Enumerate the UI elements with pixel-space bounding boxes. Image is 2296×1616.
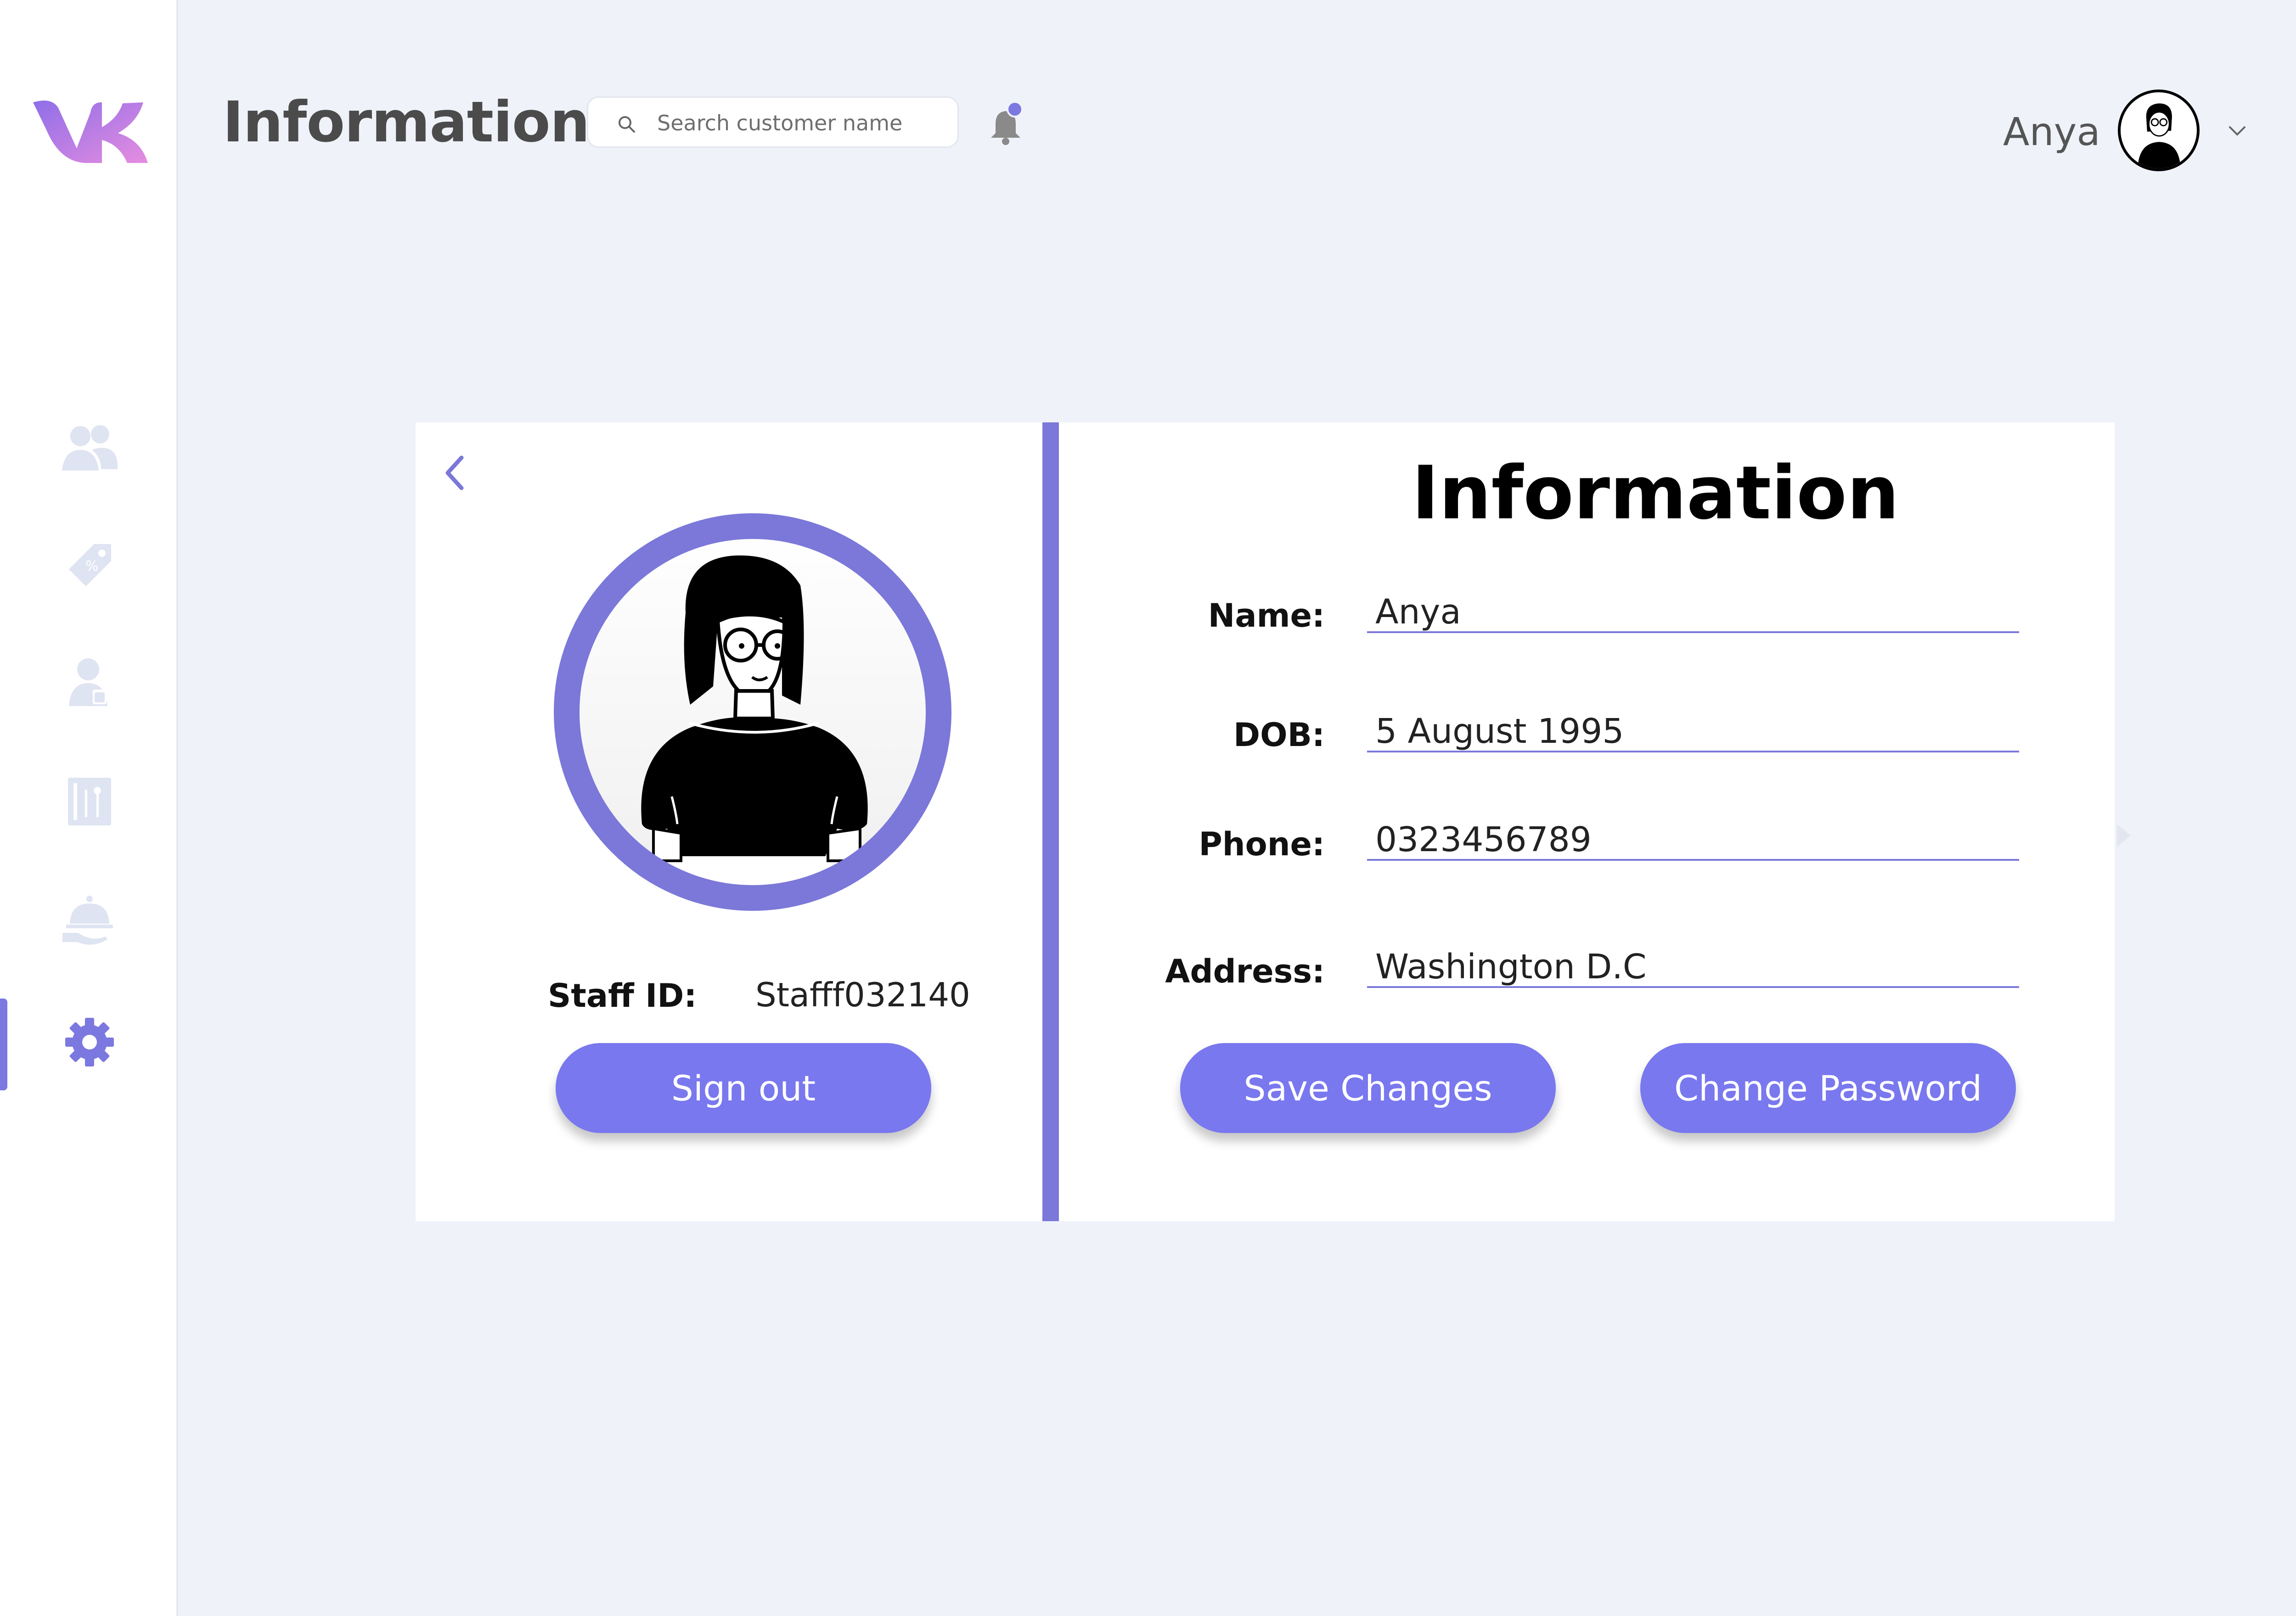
dob-label: DOB: <box>1233 716 1325 754</box>
save-changes-button[interactable]: Save Changes <box>1180 1043 1556 1133</box>
room-service-icon[interactable] <box>60 891 119 950</box>
search-icon <box>619 116 635 133</box>
card-divider <box>1042 422 1059 1221</box>
menu-board-icon[interactable] <box>60 771 119 831</box>
address-field-underline <box>1367 986 2019 988</box>
phone-field-underline <box>1367 859 2019 861</box>
phone-label: Phone: <box>1199 825 1325 863</box>
users-icon[interactable] <box>60 418 119 477</box>
search-input[interactable] <box>656 106 943 140</box>
staff-id-label: Staff ID: <box>548 977 697 1015</box>
profile-portrait <box>554 513 951 911</box>
address-field[interactable]: Washington D.C <box>1375 947 1647 987</box>
change-password-button[interactable]: Change Password <box>1640 1043 2016 1133</box>
dob-field[interactable]: 5 August 1995 <box>1375 712 1624 751</box>
chevron-down-icon[interactable] <box>2226 122 2248 140</box>
profile-card: Staff ID: Stafff032140 Sign out Informat… <box>416 422 2115 1221</box>
sign-out-button[interactable]: Sign out <box>556 1043 931 1133</box>
staff-icon[interactable] <box>60 652 119 712</box>
settings-icon[interactable] <box>60 1012 119 1072</box>
search-bar[interactable] <box>587 96 959 148</box>
staff-id-value: Stafff032140 <box>755 976 970 1014</box>
name-label: Name: <box>1208 597 1325 634</box>
address-label: Address: <box>1165 953 1325 990</box>
notification-bell-icon[interactable] <box>983 101 1029 147</box>
page-title: Information <box>223 90 590 155</box>
dob-field-underline <box>1367 751 2019 752</box>
phone-field[interactable]: 0323456789 <box>1375 820 1592 859</box>
tag-icon[interactable]: % <box>60 535 119 595</box>
info-heading: Information <box>1412 450 1899 536</box>
sidebar: % <box>0 0 178 1616</box>
back-chevron-icon[interactable] <box>441 452 468 494</box>
user-name[interactable]: Anya <box>2003 109 2100 154</box>
svg-text:%: % <box>85 558 99 574</box>
vk-logo[interactable] <box>33 94 148 165</box>
name-field-underline <box>1367 631 2019 633</box>
chevron-right-icon <box>2117 824 2131 847</box>
name-field[interactable]: Anya <box>1375 592 1461 632</box>
active-nav-indicator <box>0 999 7 1090</box>
avatar[interactable] <box>2118 90 2200 171</box>
